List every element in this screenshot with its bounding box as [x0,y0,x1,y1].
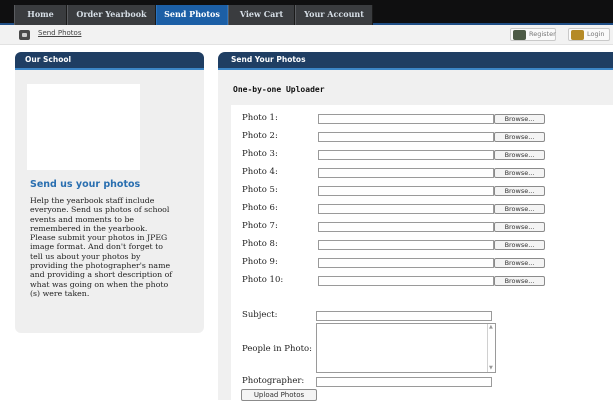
photo-4-file-input[interactable] [318,168,494,178]
sidebar-description: Help the yearbook staff include everyone… [30,196,202,298]
register-label: Register [529,30,556,38]
sidebar-line: (s) were taken. [30,288,90,298]
photo-9-file-input[interactable] [318,258,494,268]
photo-2-label: Photo 2: [242,131,278,141]
photo-2-file-input[interactable] [318,132,494,142]
panel-header: Send Your Photos [218,52,613,70]
scroll-up-icon[interactable]: ▲ [489,325,494,330]
photo-3-label: Photo 3: [242,149,278,159]
photo-7-browse-button[interactable]: Browse... [494,222,545,232]
photo-2-browse-button[interactable]: Browse... [494,132,545,142]
people-in-photo-label: People in Photo: [242,344,312,354]
upload-photos-button[interactable]: Upload Photos [241,389,317,401]
sidebar: Our School Send us your photos Help the … [15,52,204,333]
sidebar-line: and providing a short description of [30,270,173,280]
sidebar-line: remembered in the yearbook. [30,223,148,233]
photo-10-file-input[interactable] [318,276,494,286]
photo-6-label: Photo 6: [242,203,278,213]
photo-4-browse-button[interactable]: Browse... [494,168,545,178]
uploader-title: One-by-one Uploader [233,85,325,94]
photo-3-browse-button[interactable]: Browse... [494,150,545,160]
tab-send-photos[interactable]: Send Photos [156,5,228,25]
breadcrumb: Send Photos Register Login [0,25,613,45]
photo-10-label: Photo 10: [242,275,284,285]
scroll-down-icon[interactable]: ▼ [489,366,494,371]
subject-label: Subject: [242,310,278,320]
textarea-scrollbar[interactable]: ▲ ▼ [487,324,495,372]
photographer-label: Photographer: [242,376,305,386]
photo-1-browse-button[interactable]: Browse... [494,114,545,124]
sidebar-line: providing the photographer's name [30,261,171,271]
sidebar-header: Our School [15,52,204,70]
register-button[interactable]: Register [510,28,556,41]
sidebar-line: events and moments to be [30,214,135,224]
sidebar-line: Please submit your photos in JPEG [30,233,168,243]
subject-input[interactable] [316,311,492,321]
photo-5-label: Photo 5: [242,185,278,195]
tab-view-cart[interactable]: View Cart [228,5,295,25]
home-icon[interactable] [19,30,30,40]
school-image [27,84,140,170]
sidebar-line: Help the yearbook staff include [30,196,155,205]
login-label: Login [587,30,605,38]
photo-8-label: Photo 8: [242,239,278,249]
photo-4-label: Photo 4: [242,167,278,177]
login-button[interactable]: Login [568,28,610,41]
sidebar-line: everyone. Send us photos of school [30,205,170,215]
register-icon [513,30,526,40]
photo-8-file-input[interactable] [318,240,494,250]
photo-7-label: Photo 7: [242,221,278,231]
breadcrumb-send-photos-link[interactable]: Send Photos [38,29,81,37]
top-navigation: Home Order Yearbook Send Photos View Car… [0,0,613,25]
sidebar-title: Send us your photos [30,179,141,190]
tab-your-account[interactable]: Your Account [295,5,373,25]
photo-5-browse-button[interactable]: Browse... [494,186,545,196]
photo-6-file-input[interactable] [318,204,494,214]
sidebar-line: image format. And don't forget to [30,242,163,252]
photographer-input[interactable] [316,377,492,387]
login-icon [571,30,584,40]
photo-8-browse-button[interactable]: Browse... [494,240,545,250]
people-in-photo-textarea[interactable]: ▲ ▼ [316,323,496,373]
photo-1-file-input[interactable] [318,114,494,124]
sidebar-line: what was going on when the photo [30,279,169,289]
photo-1-label: Photo 1: [242,113,278,123]
photo-6-browse-button[interactable]: Browse... [494,204,545,214]
photo-9-label: Photo 9: [242,257,278,267]
photo-3-file-input[interactable] [318,150,494,160]
photo-10-browse-button[interactable]: Browse... [494,276,545,286]
sidebar-line: tell us about your photos by [30,251,141,261]
tab-home[interactable]: Home [14,5,67,25]
photo-9-browse-button[interactable]: Browse... [494,258,545,268]
photo-7-file-input[interactable] [318,222,494,232]
tab-order-yearbook[interactable]: Order Yearbook [67,5,156,25]
photo-5-file-input[interactable] [318,186,494,196]
